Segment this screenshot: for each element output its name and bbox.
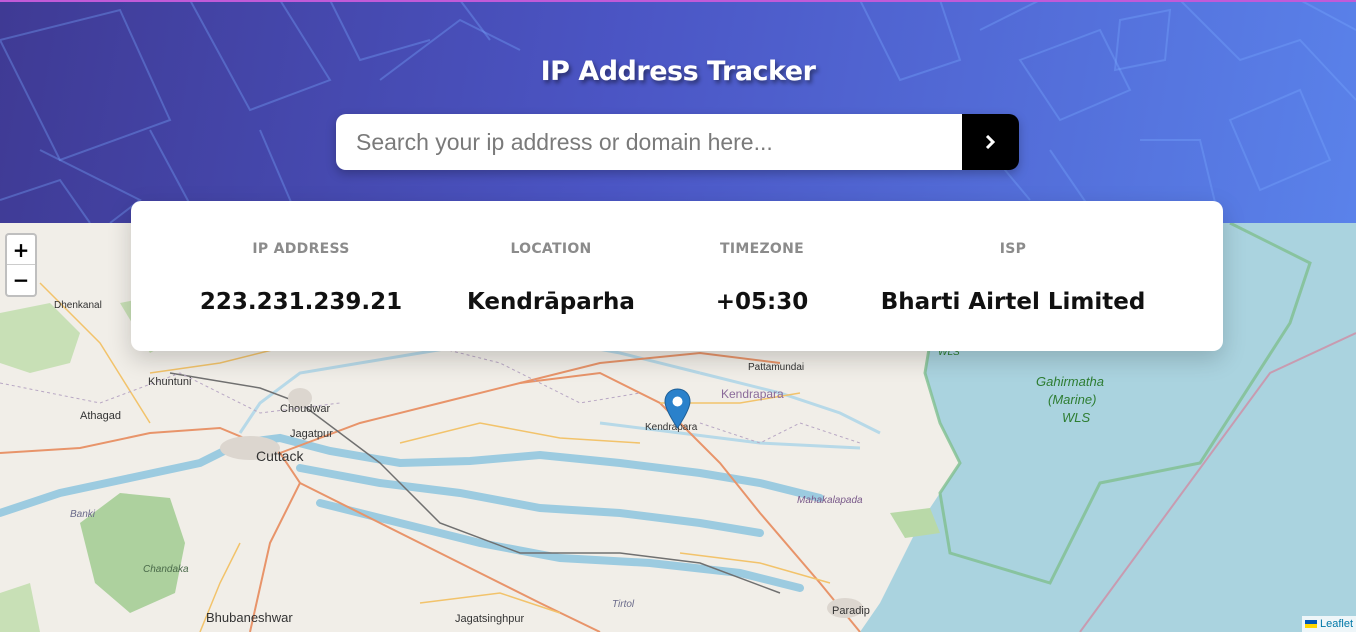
map-label: Jagatsinghpur <box>455 613 525 625</box>
search-form <box>336 114 1019 170</box>
map-label: WLS <box>1062 410 1091 425</box>
location-value: Kendrāparha <box>467 289 635 315</box>
map-label: Banki <box>70 509 96 520</box>
header-banner: IP Address Tracker <box>0 0 1356 223</box>
map-label: Tirtol <box>612 599 635 610</box>
info-card: IP ADDRESS 223.231.239.21 LOCATION Kendr… <box>131 201 1223 351</box>
leaflet-link[interactable]: Leaflet <box>1320 618 1353 630</box>
map-label: Chandaka <box>143 564 189 575</box>
header-top-border <box>0 0 1356 2</box>
search-submit-button[interactable] <box>962 114 1019 170</box>
header-pattern <box>0 0 1356 223</box>
timezone-label: TIMEZONE <box>720 241 804 257</box>
ukraine-flag-icon <box>1304 620 1317 628</box>
map-label: Khuntuni <box>148 376 192 388</box>
map-label: Kendrapara <box>721 387 784 401</box>
map-label: Paradip <box>832 605 870 617</box>
info-ip: IP ADDRESS 223.231.239.21 <box>191 201 411 351</box>
map-label: (Marine) <box>1048 392 1097 407</box>
zoom-out-button[interactable]: − <box>7 265 35 295</box>
map-label: Bhubaneshwar <box>206 610 293 625</box>
map-label: Jagatpur <box>290 428 333 440</box>
zoom-control: + − <box>5 233 37 297</box>
map-label: Cuttack <box>256 448 304 464</box>
ip-value: 223.231.239.21 <box>199 289 403 315</box>
map-label: Gahirmatha <box>1036 374 1104 389</box>
search-input[interactable] <box>336 114 962 170</box>
location-label: LOCATION <box>510 241 592 257</box>
timezone-value: +05:30 <box>715 289 809 315</box>
map-pin-icon[interactable] <box>664 388 691 429</box>
map-label: Pattamundai <box>748 362 805 373</box>
info-isp: ISP Bharti Airtel Limited <box>863 201 1163 351</box>
info-timezone: TIMEZONE +05:30 <box>682 201 842 351</box>
map-label: Choudwar <box>280 403 331 415</box>
ip-label: IP ADDRESS <box>252 241 350 257</box>
zoom-in-button[interactable]: + <box>7 235 35 265</box>
map-attribution: Leaflet <box>1301 616 1356 632</box>
page-title: IP Address Tracker <box>540 56 816 87</box>
map-label: Dhenkanal <box>54 300 102 311</box>
isp-label: ISP <box>999 241 1027 257</box>
isp-value: Bharti Airtel Limited <box>880 289 1146 315</box>
map-label: Mahakalapada <box>797 495 863 506</box>
chevron-right-icon <box>985 135 996 149</box>
app-root: IP Address Tracker Search your ip addres… <box>0 0 1356 632</box>
info-location: LOCATION Kendrāparha <box>441 201 661 351</box>
map-label: Athagad <box>80 410 121 422</box>
